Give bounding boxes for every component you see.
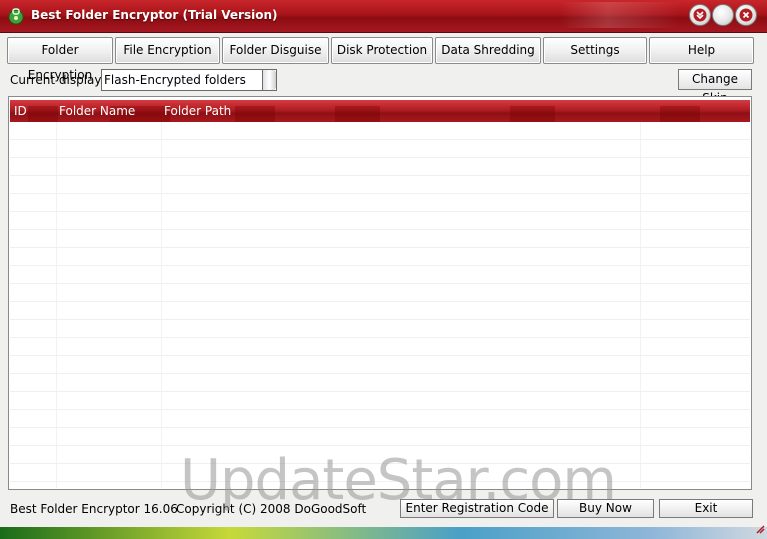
- table-row[interactable]: [10, 194, 750, 212]
- table-row[interactable]: [10, 248, 750, 266]
- table-row[interactable]: [10, 410, 750, 428]
- title-bar[interactable]: Best Folder Encryptor (Trial Version): [0, 0, 767, 33]
- buy-now-button[interactable]: Buy Now: [557, 499, 654, 518]
- table-row[interactable]: [10, 338, 750, 356]
- version-text: Best Folder Encryptor 16.06: [10, 502, 178, 516]
- current-display-value: Flash-Encrypted folders: [104, 73, 246, 87]
- table-row[interactable]: [10, 140, 750, 158]
- table-row[interactable]: [10, 212, 750, 230]
- close-button[interactable]: [735, 4, 757, 26]
- maximize-icon: [713, 5, 733, 25]
- column-header-folder-name[interactable]: Folder Name: [59, 104, 135, 118]
- folder-table[interactable]: ID Folder Name Folder Path: [8, 96, 752, 490]
- menu-down-icon: [693, 8, 707, 22]
- tab-disk-protection[interactable]: Disk Protection: [331, 37, 433, 64]
- table-row[interactable]: [10, 464, 750, 482]
- tab-help[interactable]: Help: [649, 37, 754, 64]
- table-row[interactable]: [10, 320, 750, 338]
- dropdown-button[interactable]: [262, 70, 276, 90]
- change-skin-button[interactable]: Change Skin: [678, 69, 752, 105]
- table-body: [10, 122, 750, 488]
- minimize-button[interactable]: [689, 4, 711, 26]
- table-row[interactable]: [10, 230, 750, 248]
- app-logo-icon: [7, 7, 25, 25]
- tab-file-encryption[interactable]: File Encryption: [115, 37, 220, 64]
- current-display-select[interactable]: Flash-Encrypted folders: [101, 69, 277, 91]
- tab-settings[interactable]: Settings: [543, 37, 647, 64]
- table-row[interactable]: [10, 122, 750, 140]
- tab-folder-disguise[interactable]: Folder Disguise: [222, 37, 329, 64]
- enter-registration-code-button[interactable]: Enter Registration Code: [400, 499, 554, 518]
- exit-button[interactable]: Exit: [659, 499, 753, 518]
- tab-data-shredding[interactable]: Data Shredding: [435, 37, 541, 64]
- desktop-background-strip: [0, 527, 767, 539]
- table-row[interactable]: [10, 428, 750, 446]
- copyright-text: Copyright (C) 2008 DoGoodSoft: [176, 502, 367, 516]
- table-row[interactable]: [10, 284, 750, 302]
- close-icon: [739, 8, 753, 22]
- table-header: ID Folder Name Folder Path: [10, 100, 750, 122]
- main-tabs: Folder Encryption File Encryption Folder…: [7, 37, 755, 82]
- table-row[interactable]: [10, 356, 750, 374]
- table-row[interactable]: [10, 392, 750, 410]
- table-row[interactable]: [10, 374, 750, 392]
- resize-grip-icon[interactable]: [755, 523, 765, 537]
- column-header-folder-path[interactable]: Folder Path: [164, 104, 231, 118]
- table-row[interactable]: [10, 446, 750, 464]
- table-row[interactable]: [10, 176, 750, 194]
- table-row[interactable]: [10, 266, 750, 284]
- column-header-id[interactable]: ID: [14, 104, 27, 118]
- tab-folder-encryption[interactable]: Folder Encryption: [7, 37, 113, 82]
- table-row[interactable]: [10, 302, 750, 320]
- maximize-button[interactable]: [712, 4, 734, 26]
- current-display-label: Current display:: [10, 73, 105, 87]
- window-title: Best Folder Encryptor (Trial Version): [31, 8, 278, 22]
- table-row[interactable]: [10, 158, 750, 176]
